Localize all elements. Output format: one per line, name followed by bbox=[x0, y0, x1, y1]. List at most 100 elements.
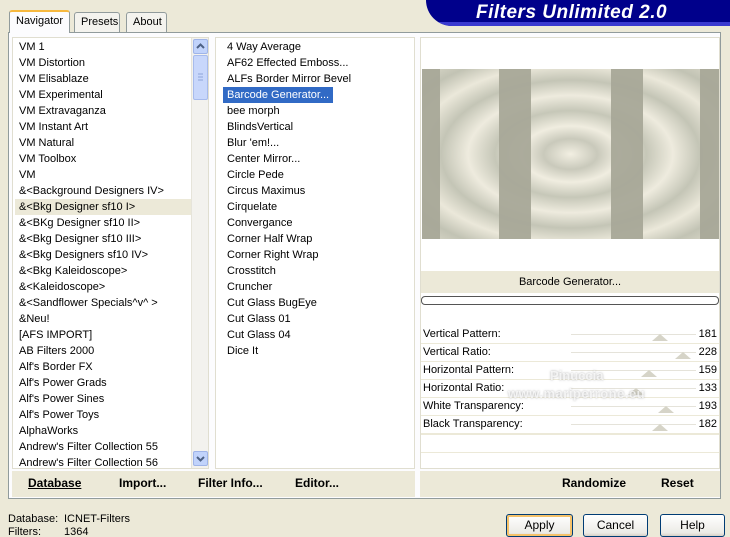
filter-preview-image bbox=[422, 69, 719, 239]
category-item[interactable]: &<Kaleidoscope> bbox=[15, 279, 191, 295]
category-list[interactable]: VM 1 VM Distortion VM Elisablaze VM Experim… bbox=[12, 37, 209, 469]
param-label: Vertical Ratio: bbox=[423, 346, 491, 358]
category-item[interactable]: &<Bkg Designers sf10 IV> bbox=[15, 247, 191, 263]
filter-item[interactable]: Convergance bbox=[223, 217, 292, 229]
filter-item[interactable]: Cut Glass 01 bbox=[223, 313, 291, 325]
scroll-up-button[interactable] bbox=[193, 39, 208, 54]
param-label: Vertical Pattern: bbox=[423, 328, 501, 340]
param-slider-track[interactable] bbox=[571, 334, 696, 335]
category-item[interactable]: VM Experimental bbox=[15, 87, 191, 103]
param-label: Horizontal Pattern: bbox=[423, 364, 515, 376]
database-status-value: ICNET-Filters bbox=[64, 513, 130, 525]
randomize-button[interactable]: Randomize bbox=[562, 476, 626, 490]
param-label: White Transparency: bbox=[423, 400, 524, 412]
category-item[interactable]: Alf's Power Grads bbox=[15, 375, 191, 391]
param-value: 228 bbox=[698, 346, 717, 358]
filter-item[interactable]: Dice It bbox=[223, 345, 258, 357]
param-label: Horizontal Ratio: bbox=[423, 382, 505, 394]
filter-item[interactable]: AF62 Effected Emboss... bbox=[223, 57, 348, 69]
cancel-button[interactable]: Cancel bbox=[583, 514, 648, 537]
filter-item[interactable]: Cut Glass 04 bbox=[223, 329, 291, 341]
filter-item[interactable]: Corner Right Wrap bbox=[223, 249, 319, 261]
category-item[interactable]: VM bbox=[15, 167, 191, 183]
title-banner: Filters Unlimited 2.0 bbox=[426, 0, 730, 26]
filter-item[interactable]: Cirquelate bbox=[223, 201, 277, 213]
param-slider-thumb[interactable] bbox=[651, 334, 668, 341]
app-title: Filters Unlimited 2.0 bbox=[476, 2, 668, 23]
param-row[interactable]: Black Transparency: 182 bbox=[421, 416, 719, 434]
param-slider-track[interactable] bbox=[571, 424, 696, 425]
tab-about[interactable]: About bbox=[126, 12, 167, 32]
param-slider-thumb[interactable] bbox=[652, 424, 669, 431]
tab-presets[interactable]: Presets bbox=[74, 12, 120, 32]
tab-navigator[interactable]: Navigator bbox=[9, 10, 70, 33]
category-item[interactable]: VM Instant Art bbox=[15, 119, 191, 135]
filter-item[interactable]: Blur 'em!... bbox=[223, 137, 279, 149]
param-value: 159 bbox=[698, 364, 717, 376]
category-item[interactable]: VM 1 bbox=[15, 39, 191, 55]
watermark-name: Pinuccia bbox=[550, 368, 604, 383]
param-label: Black Transparency: bbox=[423, 418, 523, 430]
param-row[interactable]: Vertical Pattern: 181 bbox=[421, 326, 719, 344]
scroll-thumb[interactable] bbox=[193, 55, 208, 100]
param-value: 193 bbox=[698, 400, 717, 412]
param-slider-thumb[interactable] bbox=[674, 352, 691, 359]
filter-info-button[interactable]: Filter Info... bbox=[198, 476, 263, 490]
category-item[interactable]: &<Sandflower Specials^v^ > bbox=[15, 295, 191, 311]
filter-list[interactable]: 4 Way Average AF62 Effected Emboss... ALFs… bbox=[215, 37, 415, 469]
filter-item[interactable]: Circle Pede bbox=[223, 169, 284, 181]
category-item[interactable]: Andrew's Filter Collection 55 bbox=[15, 439, 191, 455]
progress-bar bbox=[421, 296, 719, 305]
filter-item[interactable]: Cruncher bbox=[223, 281, 272, 293]
filters-status-value: 1364 bbox=[64, 526, 89, 537]
row-divider bbox=[421, 434, 719, 435]
database-button[interactable]: Database bbox=[28, 476, 81, 490]
category-item[interactable]: AlphaWorks bbox=[15, 423, 191, 439]
filter-item[interactable]: Circus Maximus bbox=[223, 185, 305, 197]
filter-item[interactable]: bee morph bbox=[223, 105, 280, 117]
category-item[interactable]: Alf's Power Toys bbox=[15, 407, 191, 423]
category-scrollbar[interactable] bbox=[191, 38, 208, 468]
filter-item[interactable]: Cut Glass BugEye bbox=[223, 297, 317, 309]
filter-item[interactable]: 4 Way Average bbox=[223, 41, 301, 53]
filter-item[interactable]: ALFs Border Mirror Bevel bbox=[223, 73, 351, 85]
filter-item[interactable]: Center Mirror... bbox=[223, 153, 300, 165]
database-status-label: Database: bbox=[8, 513, 59, 525]
category-item[interactable]: VM Elisablaze bbox=[15, 71, 191, 87]
param-row[interactable]: Vertical Ratio: 228 bbox=[421, 344, 719, 362]
scroll-down-button[interactable] bbox=[193, 451, 208, 466]
category-item[interactable]: &<Bkg Kaleidoscope> bbox=[15, 263, 191, 279]
help-button[interactable]: Help bbox=[660, 514, 725, 537]
editor-button[interactable]: Editor... bbox=[295, 476, 339, 490]
param-value: 182 bbox=[698, 418, 717, 430]
category-item[interactable]: Alf's Border FX bbox=[15, 359, 191, 375]
filter-item[interactable]: Barcode Generator... bbox=[223, 87, 334, 103]
reset-button[interactable]: Reset bbox=[661, 476, 694, 490]
category-item[interactable]: Andrew's Filter Collection 56 bbox=[15, 455, 191, 468]
import-button[interactable]: Import... bbox=[119, 476, 166, 490]
category-item[interactable]: [AFS IMPORT] bbox=[15, 327, 191, 343]
category-item[interactable]: &Neu! bbox=[15, 311, 191, 327]
filter-item[interactable]: Corner Half Wrap bbox=[223, 233, 312, 245]
category-item[interactable]: AB Filters 2000 bbox=[15, 343, 191, 359]
category-item[interactable]: VM Toolbox bbox=[15, 151, 191, 167]
param-slider-thumb[interactable] bbox=[640, 370, 657, 377]
param-value: 133 bbox=[698, 382, 717, 394]
filter-item[interactable]: BlindsVertical bbox=[223, 121, 293, 133]
filters-status-label: Filters: bbox=[8, 526, 41, 537]
apply-button[interactable]: Apply bbox=[506, 514, 573, 537]
param-slider-track[interactable] bbox=[571, 406, 696, 407]
filter-item[interactable]: Crosstitch bbox=[223, 265, 276, 277]
category-item[interactable]: &<Bkg Designer sf10 I> bbox=[15, 199, 191, 215]
category-item[interactable]: Alf's Power Sines bbox=[15, 391, 191, 407]
param-value: 181 bbox=[698, 328, 717, 340]
param-slider-thumb[interactable] bbox=[657, 406, 674, 413]
category-item[interactable]: &<BKg Designer sf10 II> bbox=[15, 215, 191, 231]
category-item[interactable]: &<Bkg Designer sf10 III> bbox=[15, 231, 191, 247]
category-item[interactable]: &<Background Designers IV> bbox=[15, 183, 191, 199]
chevron-up-icon bbox=[196, 43, 205, 49]
category-item[interactable]: VM Distortion bbox=[15, 55, 191, 71]
category-item[interactable]: VM Extravaganza bbox=[15, 103, 191, 119]
watermark-url: www.mariperrone.eu bbox=[508, 386, 646, 401]
category-item[interactable]: VM Natural bbox=[15, 135, 191, 151]
